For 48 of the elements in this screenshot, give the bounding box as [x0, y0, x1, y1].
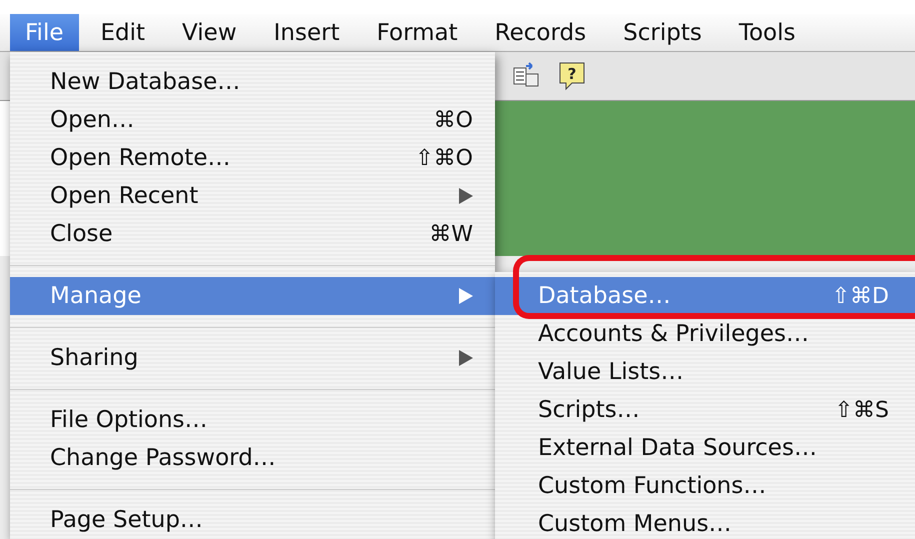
shortcut-label: ⇧⌘S [834, 398, 889, 422]
shortcut-label: ⇧⌘O [415, 146, 473, 170]
menu-bar-item[interactable]: Edit [86, 14, 160, 51]
menu-item[interactable]: Change Password… [10, 439, 495, 477]
menu-bar-item[interactable]: Insert [258, 14, 355, 51]
menu-item-label: Custom Menus… [538, 511, 733, 537]
menu-item-label: Manage [50, 283, 142, 309]
menu-item-label: File Options… [50, 407, 209, 433]
menu-item-label: Change Password… [50, 445, 277, 471]
shortcut-label: ⇧⌘D [832, 284, 889, 308]
menu-item-label: Page Setup… [50, 507, 204, 533]
menu-item-label: Value Lists… [538, 359, 685, 385]
help-icon[interactable]: ? [558, 61, 586, 91]
menu-item-label: External Data Sources… [538, 435, 818, 461]
menu-item[interactable]: Open Remote… ⇧⌘O [10, 139, 495, 177]
menu-item[interactable]: New Database… [10, 63, 495, 101]
menu-item[interactable]: Open Recent [10, 177, 495, 215]
shortcut-label: ⌘O [434, 108, 473, 132]
menu-item-label: Open Recent [50, 183, 200, 209]
menu-item[interactable]: Accounts & Privileges… [495, 315, 915, 353]
menu-item-label: Custom Functions… [538, 473, 768, 499]
menu-bar-item[interactable]: File [10, 14, 78, 51]
menu-item[interactable]: Manage [10, 277, 495, 315]
menu-item[interactable]: Custom Menus… [495, 505, 915, 539]
menu-item[interactable]: Database… ⇧⌘D [495, 277, 915, 315]
menu-bar-item[interactable]: Records [480, 14, 602, 51]
menu-item-label: Open Remote… [50, 145, 232, 171]
menu-item[interactable]: Scripts… ⇧⌘S [495, 391, 915, 429]
menu-item[interactable]: Value Lists… [495, 353, 915, 391]
menu-item-label: Database… [538, 283, 672, 309]
menu-item[interactable]: File Options… [10, 401, 495, 439]
menu-item[interactable]: Close ⌘W [10, 215, 495, 253]
menu-item-label: New Database… [50, 69, 242, 95]
menu-item-label: Open… [50, 107, 136, 133]
menu-bar-item[interactable]: Scripts [608, 14, 717, 51]
menu-item[interactable]: Custom Functions… [495, 467, 915, 505]
menu-bar-item[interactable]: Format [362, 14, 473, 51]
menu-item[interactable]: Open… ⌘O [10, 101, 495, 139]
shortcut-label: ⌘W [429, 222, 473, 246]
menu-item[interactable]: Page Setup… [10, 501, 495, 539]
menu-item-label: Sharing [50, 345, 140, 371]
menu-item-label: Accounts & Privileges… [538, 321, 810, 347]
menu-item-label: Scripts… [538, 397, 641, 423]
menu-item[interactable]: External Data Sources… [495, 429, 915, 467]
menu-bar-item[interactable]: View [167, 14, 252, 51]
menu-item[interactable]: Sharing [10, 339, 495, 377]
menu-item-label: Close [50, 221, 114, 247]
menu-bar-item[interactable]: Tools [724, 14, 810, 51]
